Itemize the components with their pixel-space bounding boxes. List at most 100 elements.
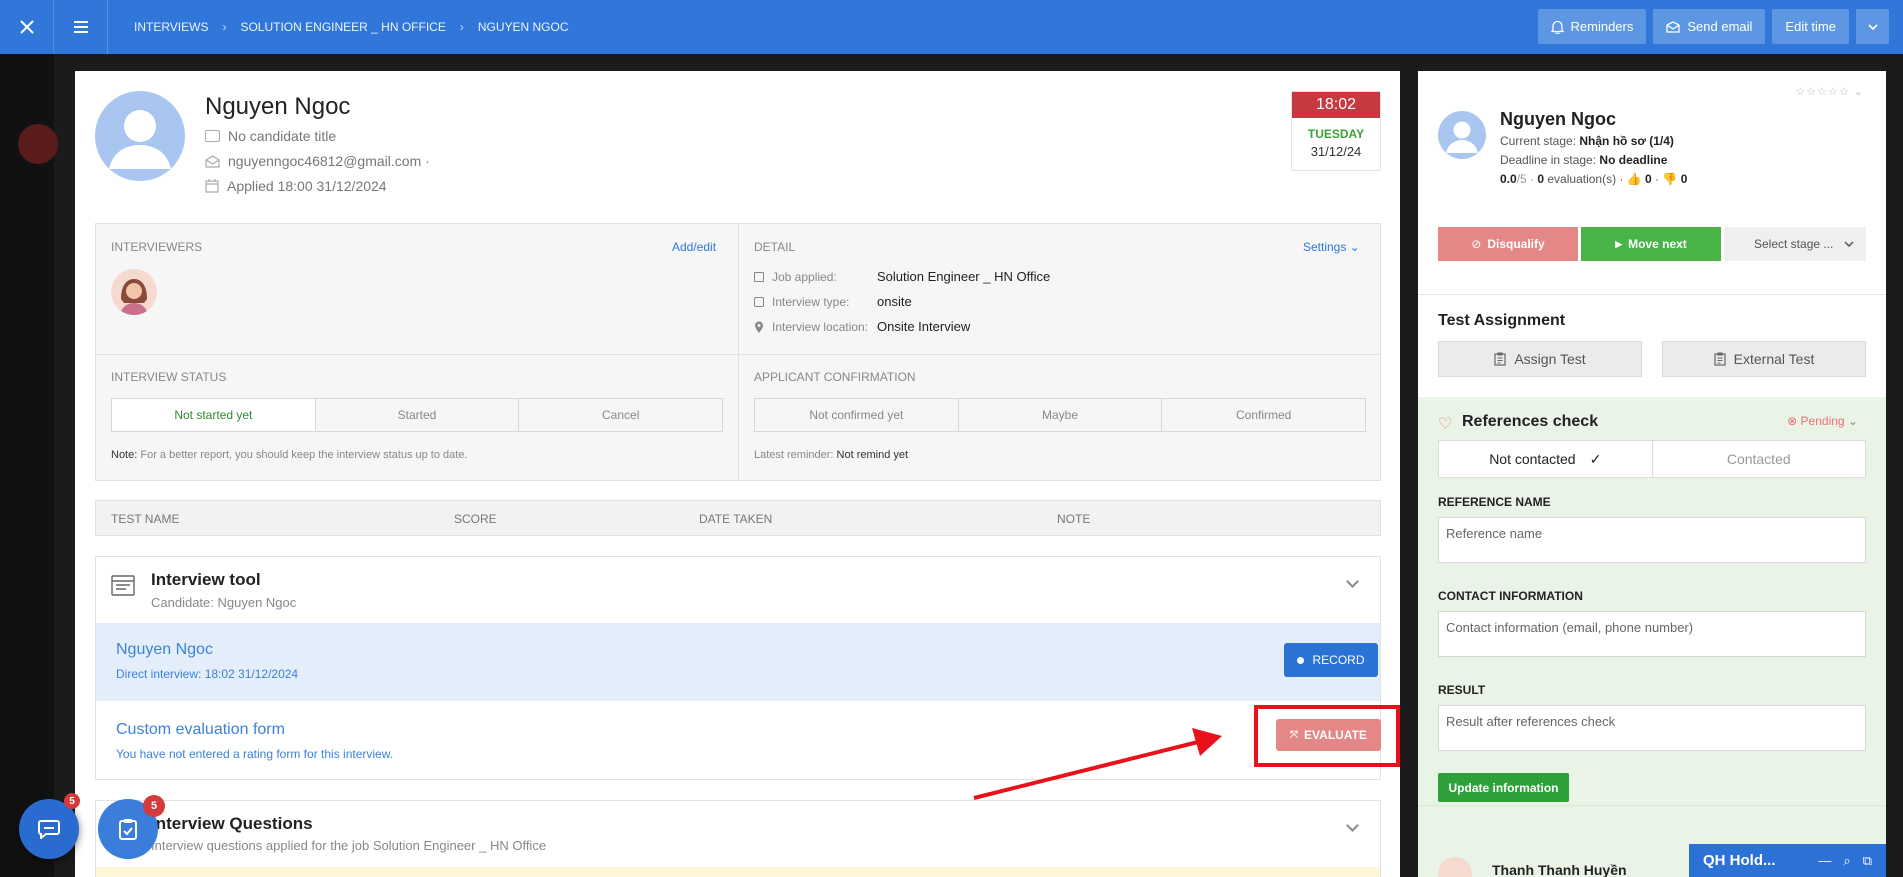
status-not-started[interactable]: Not started yet [112, 399, 316, 431]
deadline-value: No deadline [1599, 153, 1668, 167]
assign-test-button[interactable]: Assign Test [1438, 341, 1642, 377]
breadcrumb-candidate: NGUYEN NGOC [477, 20, 569, 34]
stage-value: Nhận hồ sơ (1/4) [1579, 134, 1674, 148]
clipboard-icon [1494, 352, 1506, 366]
update-information-button[interactable]: Update information [1438, 773, 1569, 802]
result-input[interactable]: Result after references check [1438, 705, 1866, 751]
send-email-button[interactable]: Send email [1653, 9, 1766, 44]
candidate-title-row: No candidate title [205, 128, 336, 144]
confirmation-confirmed[interactable]: Confirmed [1162, 399, 1365, 431]
select-stage-dropdown[interactable]: Select stage ... [1724, 227, 1866, 261]
column-score: SCORE [454, 512, 497, 526]
chat-widget-bar[interactable]: QH Hold... — ⌕ ⧉ [1689, 844, 1886, 877]
chat-button[interactable]: 5 [19, 793, 80, 859]
chevron-down-icon [1867, 23, 1878, 30]
external-test-label: External Test [1733, 351, 1815, 367]
detail-label: Interview type: [772, 294, 850, 309]
interviewer-avatar[interactable] [111, 269, 157, 315]
rating-stars[interactable]: ☆☆☆☆☆ ⌄ [1795, 85, 1864, 98]
disqualify-button[interactable]: ⊘ Disqualify [1438, 227, 1578, 261]
reminders-label: Reminders [1570, 19, 1634, 34]
settings-label: Settings [1303, 240, 1347, 254]
settings-link[interactable]: Settings ⌄ [1303, 240, 1360, 254]
detail-row-type: Interview type: onsite [754, 294, 912, 309]
dislikes-count: 0 [1680, 172, 1688, 186]
chevron-down-icon [1844, 241, 1854, 247]
confirmation-not-confirmed[interactable]: Not confirmed yet [755, 399, 959, 431]
stage-actions: ⊘ Disqualify ▶ Move next Select stage ..… [1438, 227, 1866, 261]
latest-reminder: Latest reminder: Not remind yet [754, 449, 908, 461]
interview-questions-card: Interview Questions Interview questions … [95, 800, 1381, 877]
detail-row-job: Job applied: Solution Engineer _ HN Offi… [754, 269, 1050, 284]
applicant-confirmation-segmented: Not confirmed yet Maybe Confirmed [754, 398, 1366, 432]
collapse-chevron-icon[interactable] [1346, 575, 1359, 588]
menu-icon[interactable] [54, 0, 108, 54]
session-candidate-name[interactable]: Nguyen Ngoc [116, 641, 213, 659]
breadcrumb-job[interactable]: SOLUTION ENGINEER _ HN OFFICE [240, 20, 445, 34]
status-note-text: For a better report, you should keep the… [137, 449, 468, 461]
envelope-icon [205, 154, 220, 168]
move-next-button[interactable]: ▶ Move next [1581, 227, 1721, 261]
interview-status-title: INTERVIEW STATUS [111, 370, 227, 384]
confirmation-maybe[interactable]: Maybe [959, 399, 1163, 431]
tasks-button[interactable]: 5 [98, 795, 165, 859]
close-icon[interactable] [0, 0, 54, 54]
column-note: NOTE [1057, 512, 1091, 526]
detail-label: Job applied: [772, 269, 837, 284]
references-title: References check [1462, 413, 1599, 430]
detail-value: Solution Engineer _ HN Office [877, 269, 1051, 284]
candidate-email-row: nguyenngoc46812@gmail.com · [205, 153, 430, 169]
candidate-applied: Applied 18:00 31/12/2024 [227, 178, 387, 194]
contact-information-input[interactable]: Contact information (email, phone number… [1438, 611, 1866, 657]
not-contacted-option[interactable]: Not contacted ✓ [1439, 441, 1653, 477]
clipboard-check-icon [119, 819, 137, 840]
reference-name-label: REFERENCE NAME [1438, 495, 1551, 509]
checkbox-icon [754, 296, 764, 307]
contact-status-toggle: Not contacted ✓ Contacted [1438, 440, 1866, 478]
thumbs-down-icon: 👎 [1662, 172, 1678, 186]
breadcrumb-interviews[interactable]: INTERVIEWS [134, 20, 208, 34]
deadline-in-stage: Deadline in stage: No deadline [1500, 153, 1667, 167]
record-button[interactable]: RECORD [1284, 643, 1378, 677]
interview-date-card: 18:02 TUESDAY 31/12/24 [1291, 91, 1381, 171]
chat-widget-title: QH Hold... [1703, 852, 1776, 869]
collapse-chevron-icon[interactable] [1346, 819, 1359, 832]
detail-label: Interview location: [772, 319, 869, 334]
more-actions-button[interactable] [1856, 9, 1889, 44]
contact-information-label: CONTACT INFORMATION [1438, 589, 1583, 603]
interviewers-title: INTERVIEWERS [111, 240, 203, 254]
edit-time-button[interactable]: Edit time [1772, 9, 1849, 44]
detail-title: DETAIL [754, 240, 796, 254]
references-status[interactable]: ⊗ Pending ⌄ [1787, 414, 1858, 428]
add-edit-interviewers-link[interactable]: Add/edit [672, 240, 716, 254]
thumbs-up-icon: 👍 [1626, 172, 1642, 186]
bell-icon [1550, 20, 1564, 34]
status-cancel[interactable]: Cancel [519, 399, 722, 431]
tests-table-header: TEST NAME SCORE DATE TAKEN NOTE [95, 500, 1381, 536]
column-test-name: TEST NAME [111, 512, 180, 526]
map-pin-icon [755, 321, 763, 333]
detail-value: onsite [877, 294, 912, 309]
background-sidebar [0, 54, 58, 877]
candidate-email[interactable]: nguyenngoc46812@gmail.com · [228, 153, 430, 169]
minimize-icon[interactable]: — [1818, 853, 1831, 869]
chevron-down-icon: ⌄ [1847, 414, 1858, 428]
chat-icon [38, 820, 60, 839]
candidate-side-panel: ☆☆☆☆☆ ⌄ Nguyen Ngoc Current stage: Nhận … [1418, 71, 1886, 877]
external-link-icon[interactable]: ⧉ [1863, 853, 1872, 869]
reminders-button[interactable]: Reminders [1537, 9, 1647, 44]
external-test-button[interactable]: External Test [1662, 341, 1866, 377]
questions-title: Interview Questions [151, 814, 313, 833]
search-icon[interactable]: ⌕ [1843, 853, 1850, 869]
score-value: 0.0 [1500, 172, 1517, 186]
status-note-label: Note: [111, 449, 138, 461]
reference-name-input[interactable]: Reference name [1438, 517, 1866, 563]
breadcrumb: INTERVIEWS › SOLUTION ENGINEER _ HN OFFI… [134, 20, 569, 34]
contacted-option[interactable]: Contacted [1653, 441, 1866, 477]
heart-icon: ♡ [1438, 416, 1453, 433]
evaluation-form-name[interactable]: Custom evaluation form [116, 721, 285, 739]
calendar-icon [205, 179, 219, 193]
status-started[interactable]: Started [316, 399, 520, 431]
check-icon: ✓ [1589, 450, 1602, 467]
calendar-list-icon [111, 575, 135, 596]
